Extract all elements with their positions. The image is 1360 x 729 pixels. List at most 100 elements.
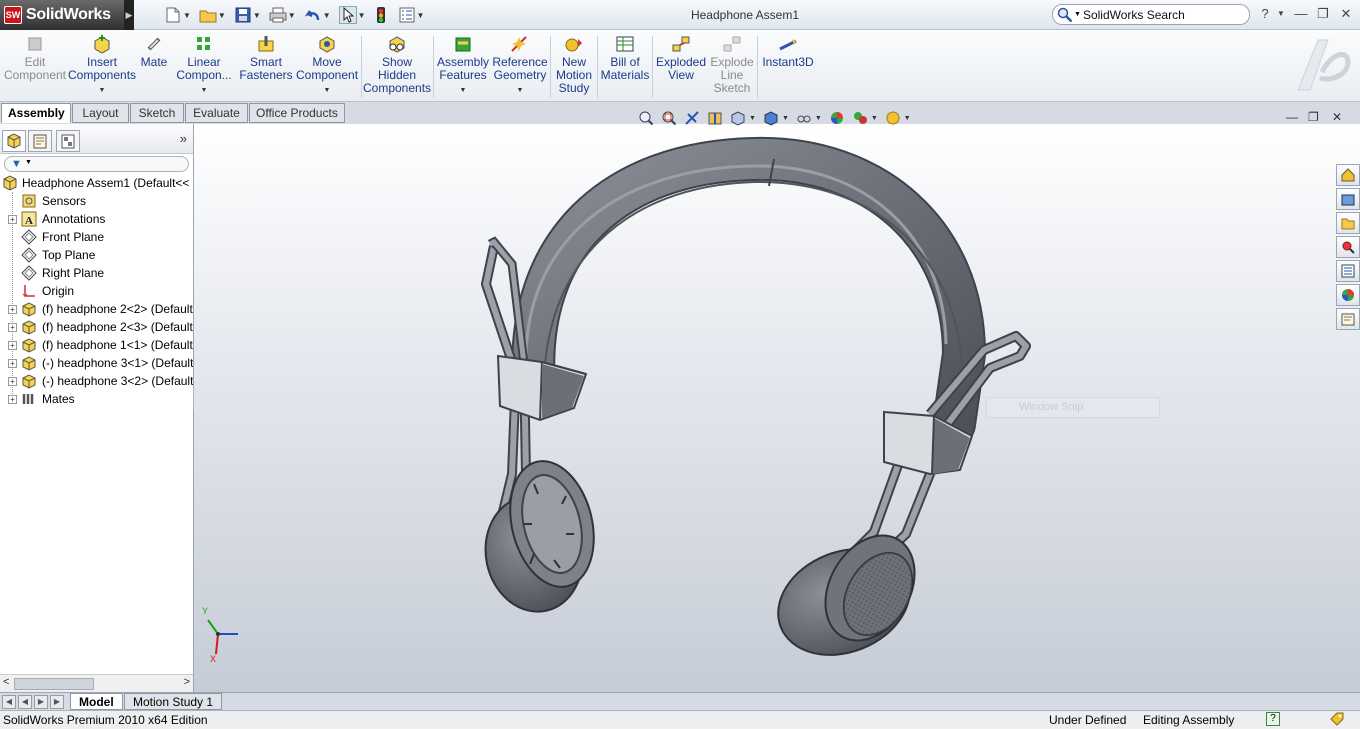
hide-show-dropdown-icon[interactable]: ▼ [815, 115, 822, 122]
ribbon-button-motion-study[interactable]: New Motion Study [553, 34, 595, 95]
open-folder-icon[interactable] [199, 6, 217, 24]
hide-show-items-icon[interactable] [794, 109, 814, 127]
viewport-minimize-icon[interactable]: — [1286, 110, 1298, 124]
solidworks-menu-button[interactable]: SW SolidWorks ▶ [0, 0, 134, 30]
custom-properties-icon[interactable] [1336, 308, 1360, 330]
ribbon-button-linear-pattern[interactable]: Linear Compon... ▼ [172, 34, 236, 97]
display-style-dropdown-icon[interactable]: ▼ [782, 115, 789, 122]
ribbon-button-mate[interactable]: Mate [136, 34, 172, 69]
ribbon-button-reference-geometry[interactable]: Reference Geometry ▼ [490, 34, 550, 97]
tab-assembly[interactable]: Assembly [1, 103, 71, 123]
minimize-window-icon[interactable]: — [1292, 6, 1310, 21]
ribbon-button-explode-line-sketch[interactable]: Explode Line Sketch [707, 34, 757, 95]
expand-node-icon[interactable]: + [8, 215, 17, 224]
ribbon-button-assembly-features[interactable]: Assembly Features ▼ [436, 34, 490, 97]
appearances-icon[interactable] [1336, 284, 1360, 306]
ribbon-button-bill-of-materials[interactable]: Bill of Materials [600, 34, 650, 82]
view-orientation-dropdown-icon[interactable]: ▼ [749, 115, 756, 122]
viewport-close-icon[interactable]: ✕ [1332, 110, 1342, 124]
view-orientation-icon[interactable] [728, 109, 748, 127]
expand-node-icon[interactable]: + [8, 305, 17, 314]
scroll-thumb[interactable] [14, 678, 94, 690]
viewport-restore-icon[interactable]: ❐ [1308, 110, 1319, 124]
tree-item[interactable]: Front Plane [0, 228, 193, 246]
ribbon-button-smart-fasteners[interactable]: Smart Fasteners [236, 34, 296, 82]
previous-view-icon[interactable] [682, 109, 702, 127]
search-input[interactable]: ▼ SolidWorks Search [1052, 4, 1250, 25]
select-arrow-icon[interactable] [338, 6, 357, 24]
view-palette-icon[interactable] [1336, 260, 1360, 282]
headphone-model[interactable] [194, 124, 1360, 692]
ribbon-button-show-hidden[interactable]: Show Hidden Components [363, 34, 431, 95]
ribbon-button-exploded-view[interactable]: Exploded View [655, 34, 707, 82]
ribbon-button-insert-components[interactable]: Insert Components ▼ [68, 34, 136, 97]
tree-item[interactable]: + (f) headphone 2<2> (Default [0, 300, 193, 318]
section-view-icon[interactable] [705, 109, 725, 127]
tree-item[interactable]: Top Plane [0, 246, 193, 264]
ribbon-dropdown-icon[interactable]: ▼ [436, 84, 490, 97]
select-dropdown-icon[interactable]: ▼ [358, 11, 366, 20]
tree-item[interactable]: Right Plane [0, 264, 193, 282]
view-settings-icon[interactable] [883, 109, 903, 127]
configuration-manager-tab[interactable] [56, 130, 80, 152]
scroll-left-icon[interactable]: < [3, 676, 9, 688]
first-tab-icon[interactable]: ◀ [2, 695, 16, 709]
filter-dropdown-icon[interactable]: ▼ [25, 159, 32, 166]
tree-item[interactable]: + Mates [0, 390, 193, 408]
restore-window-icon[interactable]: ❐ [1314, 6, 1332, 22]
tree-item[interactable]: Sensors [0, 192, 193, 210]
tree-item[interactable]: + (f) headphone 1<1> (Default [0, 336, 193, 354]
zoom-to-area-icon[interactable] [659, 109, 679, 127]
solidworks-resources-icon[interactable] [1336, 164, 1360, 186]
last-tab-icon[interactable]: ▶ [50, 695, 64, 709]
rebuild-icon[interactable] [372, 6, 390, 24]
tree-item[interactable]: + A Annotations [0, 210, 193, 228]
view-settings-dropdown-icon[interactable]: ▼ [904, 115, 911, 122]
new-document-icon[interactable] [164, 6, 182, 24]
expand-node-icon[interactable]: + [8, 341, 17, 350]
zoom-to-fit-icon[interactable] [636, 109, 656, 127]
tree-item[interactable]: Origin [0, 282, 193, 300]
status-tag-icon[interactable] [1330, 712, 1344, 729]
expand-panel-icon[interactable]: » [180, 131, 187, 146]
apply-scene-icon[interactable] [850, 109, 870, 127]
ribbon-dropdown-icon[interactable]: ▼ [172, 84, 236, 97]
ribbon-button-move-component[interactable]: Move Component ▼ [296, 34, 358, 97]
tab-office-products[interactable]: Office Products [249, 103, 345, 123]
status-help-icon[interactable]: ? [1266, 712, 1280, 726]
tab-layout[interactable]: Layout [72, 103, 129, 123]
horizontal-scrollbar[interactable]: < > [0, 674, 193, 692]
ribbon-button-instant3d[interactable]: Instant3D [760, 34, 816, 69]
ribbon-dropdown-icon[interactable]: ▼ [68, 84, 136, 97]
print-icon[interactable] [269, 6, 287, 24]
open-dropdown-icon[interactable]: ▼ [218, 11, 226, 20]
undo-dropdown-icon[interactable]: ▼ [323, 11, 331, 20]
display-style-icon[interactable] [761, 109, 781, 127]
close-window-icon[interactable]: ✕ [1337, 6, 1355, 22]
next-tab-icon[interactable]: ▶ [34, 695, 48, 709]
tree-item[interactable]: + (-) headphone 3<2> (Default [0, 372, 193, 390]
tree-root[interactable]: Headphone Assem1 (Default<< [0, 174, 193, 192]
help-dropdown-icon[interactable]: ▼ [1272, 9, 1290, 18]
ribbon-button-edit-component[interactable]: Edit Component [2, 34, 68, 82]
expand-node-icon[interactable]: + [8, 323, 17, 332]
ribbon-dropdown-icon[interactable]: ▼ [296, 84, 358, 97]
expand-node-icon[interactable]: + [8, 359, 17, 368]
design-library-icon[interactable] [1336, 188, 1360, 210]
options-icon[interactable] [398, 6, 416, 24]
search-results-icon[interactable] [1336, 236, 1360, 258]
tab-evaluate[interactable]: Evaluate [185, 103, 248, 123]
save-icon[interactable] [234, 6, 252, 24]
menu-expand-arrow-icon[interactable]: ▶ [124, 0, 134, 30]
save-dropdown-icon[interactable]: ▼ [253, 11, 261, 20]
tab-motion-study-1[interactable]: Motion Study 1 [124, 693, 223, 710]
ribbon-dropdown-icon[interactable]: ▼ [490, 84, 550, 97]
print-dropdown-icon[interactable]: ▼ [288, 11, 296, 20]
previous-tab-icon[interactable]: ◀ [18, 695, 32, 709]
file-explorer-icon[interactable] [1336, 212, 1360, 234]
expand-node-icon[interactable]: + [8, 377, 17, 386]
apply-scene-dropdown-icon[interactable]: ▼ [871, 115, 878, 122]
expand-node-icon[interactable]: + [8, 395, 17, 404]
graphics-area[interactable]: Y X [194, 124, 1360, 692]
feature-filter[interactable]: ▼ ▼ [4, 156, 189, 172]
